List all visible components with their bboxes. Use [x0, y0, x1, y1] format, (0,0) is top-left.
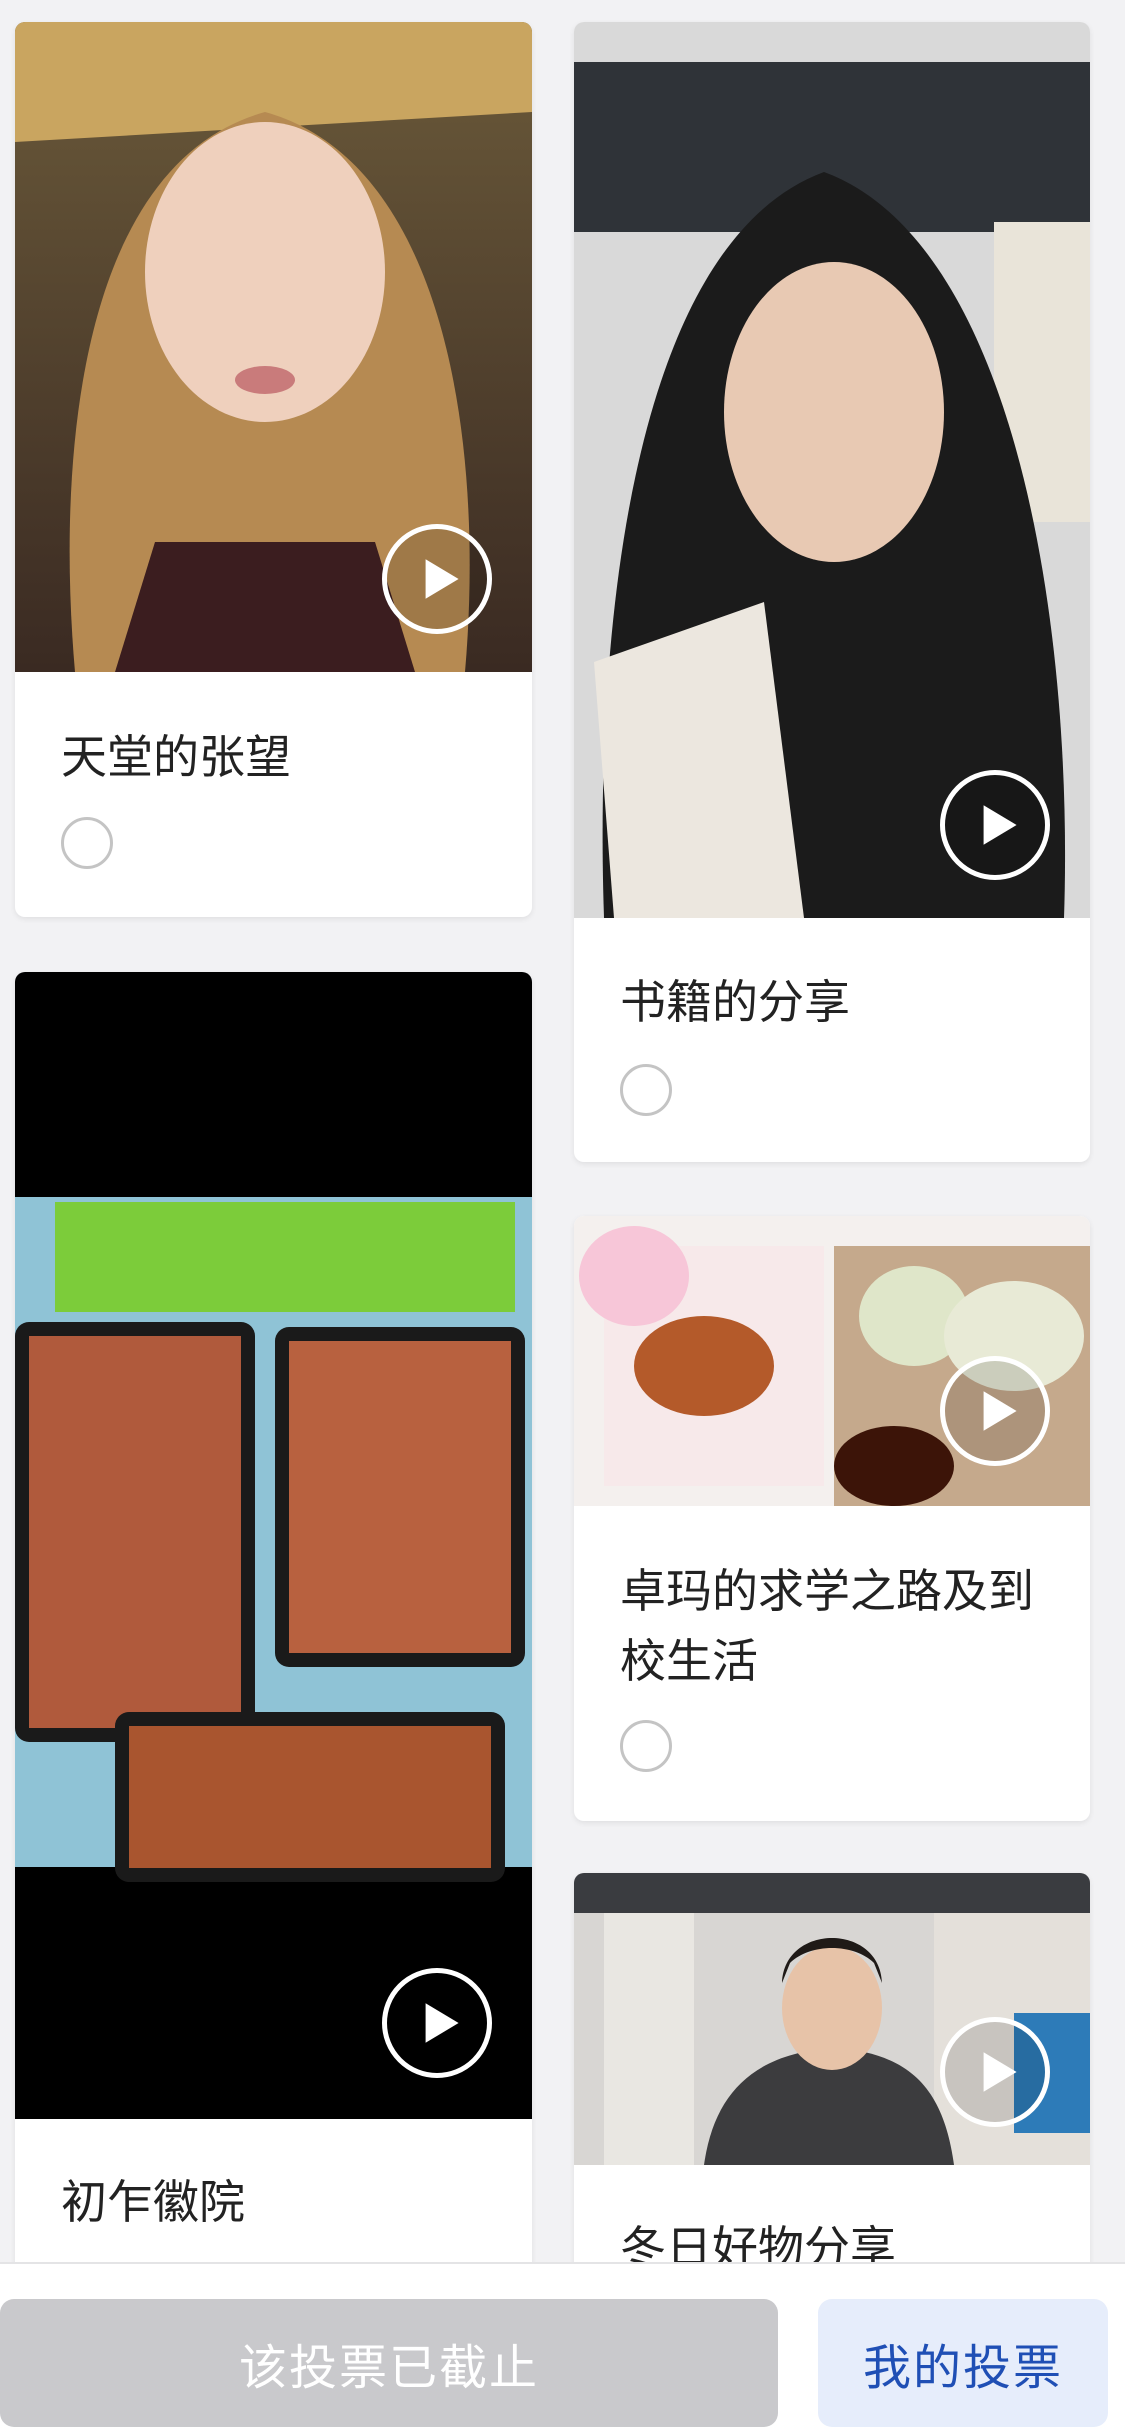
- entry-title: 天堂的张望: [61, 730, 291, 784]
- entry-card[interactable]: 卓玛的求学之路及到校生活: [574, 1216, 1090, 1821]
- video-thumbnail[interactable]: [574, 22, 1090, 918]
- play-icon[interactable]: [940, 2017, 1050, 2127]
- entry-title: 卓玛的求学之路及到校生活: [620, 1564, 1034, 1688]
- play-icon[interactable]: [382, 524, 492, 634]
- my-votes-button[interactable]: 我的投票: [818, 2299, 1108, 2427]
- entry-card[interactable]: 冬日好物分享: [574, 1873, 1090, 2262]
- play-icon[interactable]: [940, 770, 1050, 880]
- vote-feed[interactable]: 天堂的张望 书籍的分享 初乍徽院 卓玛的求学之路及到校生活 冬日好物分享: [0, 0, 1125, 2262]
- video-thumbnail[interactable]: [15, 972, 532, 2119]
- entry-card[interactable]: 书籍的分享: [574, 22, 1090, 1162]
- vote-closed-button[interactable]: 该投票已截止: [0, 2299, 778, 2427]
- vote-radio[interactable]: [620, 1064, 672, 1116]
- video-thumbnail[interactable]: [574, 1216, 1090, 1506]
- video-thumbnail[interactable]: [574, 1873, 1090, 2165]
- entry-title: 书籍的分享: [620, 975, 850, 1029]
- entry-card[interactable]: 初乍徽院: [15, 972, 532, 2262]
- play-icon[interactable]: [382, 1968, 492, 2078]
- bottom-bar: 该投票已截止 我的投票: [0, 2262, 1125, 2431]
- entry-card[interactable]: 天堂的张望: [15, 22, 532, 917]
- video-thumbnail[interactable]: [15, 22, 532, 672]
- entry-title: 初乍徽院: [61, 2175, 245, 2229]
- entry-title: 冬日好物分享: [620, 2221, 896, 2262]
- vote-radio[interactable]: [620, 1720, 672, 1772]
- vote-radio[interactable]: [61, 817, 113, 869]
- play-icon[interactable]: [940, 1356, 1050, 1466]
